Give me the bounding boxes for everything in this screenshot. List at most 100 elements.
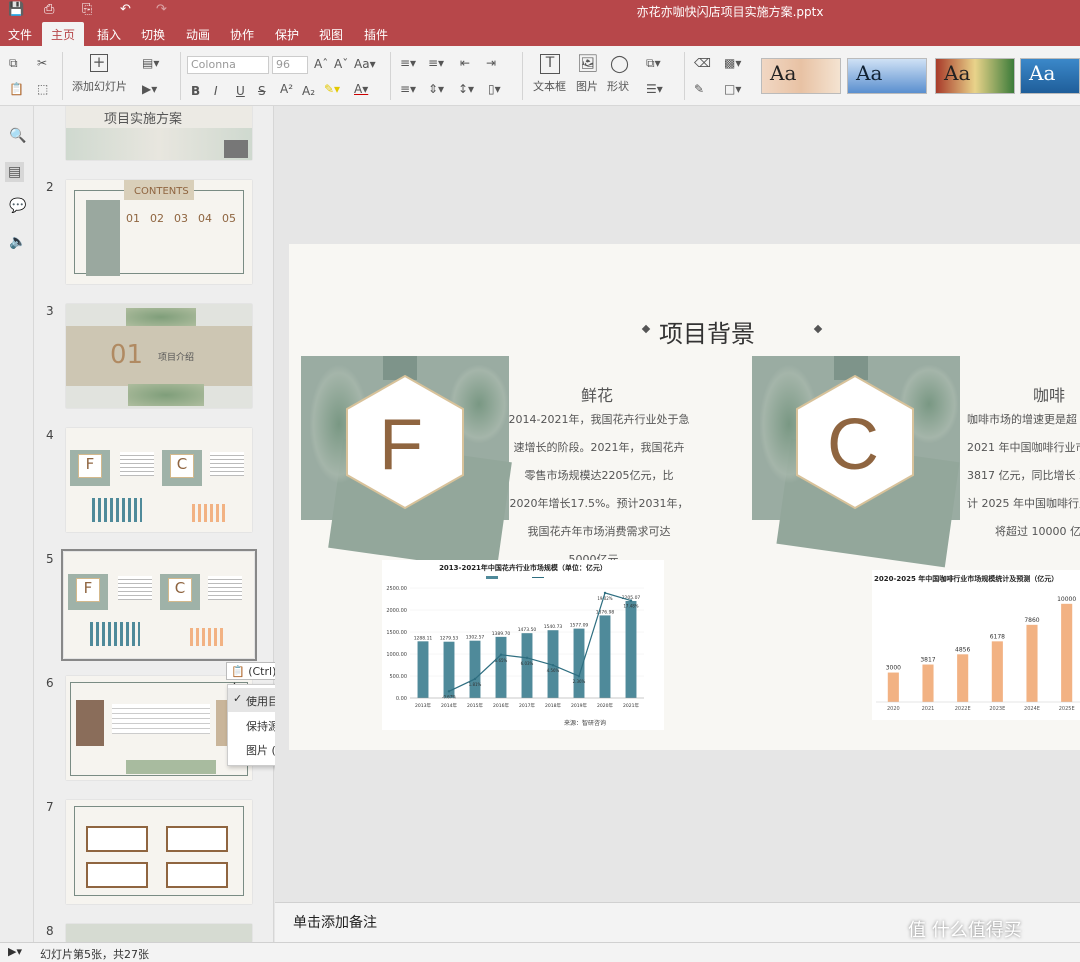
- slide-number-2: 2: [46, 180, 54, 194]
- italic-icon[interactable]: I: [214, 84, 218, 98]
- add-slide-button[interactable]: 添加幻灯片: [72, 78, 127, 94]
- numbering-icon[interactable]: ≡▾: [428, 56, 444, 70]
- picture-icon[interactable]: 🖼: [577, 54, 599, 74]
- font-size-select[interactable]: 96: [272, 56, 308, 74]
- x-tick-label: 2013年: [415, 702, 431, 709]
- x-tick-label: 2025E: [1059, 706, 1075, 712]
- font-shrink-icon[interactable]: Aˇ: [334, 57, 348, 71]
- notes-placeholder[interactable]: 单击添加备注: [293, 912, 377, 932]
- slide-thumbnail-3[interactable]: 01 项目介绍: [66, 304, 252, 408]
- x-tick-label: 2024E: [1024, 706, 1040, 712]
- font-grow-icon[interactable]: Aˆ: [314, 57, 328, 71]
- vertical-align-icon[interactable]: ⇕▾: [428, 82, 444, 96]
- bar-data-label: 6178: [990, 633, 1005, 640]
- menu-insert[interactable]: 插入: [97, 26, 121, 43]
- bar: [495, 636, 507, 698]
- x-tick-label: 2018年: [545, 702, 561, 709]
- fill-icon[interactable]: ▩▾: [724, 56, 741, 70]
- speaker-icon[interactable]: 🔈: [9, 234, 26, 250]
- slideshow-start-icon[interactable]: ▶▾: [8, 945, 22, 958]
- align-objects-icon[interactable]: ☰▾: [646, 82, 663, 96]
- menu-animation[interactable]: 动画: [186, 26, 210, 43]
- slide-number-4: 4: [46, 428, 54, 442]
- columns-icon[interactable]: ▯▾: [488, 82, 501, 96]
- thumb-3-number: 01: [110, 340, 144, 370]
- layout-icon[interactable]: ▤▾: [142, 56, 159, 70]
- x-tick-label: 2014年: [441, 702, 457, 709]
- menu-file[interactable]: 文件: [8, 26, 32, 43]
- slide-thumbnail-7[interactable]: [66, 800, 252, 904]
- change-case-icon[interactable]: Aa▾: [354, 57, 376, 71]
- shape-button[interactable]: 形状: [607, 78, 629, 94]
- theme-swatch-3[interactable]: Aa: [935, 58, 1015, 94]
- picture-button[interactable]: 图片: [576, 78, 598, 94]
- current-slide[interactable]: 项目背景 F 鲜花 2014-2021年，我国花卉行业处于急 速增长的阶段。20…: [289, 244, 1080, 750]
- bar: [957, 654, 969, 702]
- menu-transitions[interactable]: 切换: [141, 26, 165, 43]
- arrange-icon[interactable]: ⧉▾: [646, 56, 661, 71]
- slide-thumbnail-1[interactable]: 项目实施方案: [66, 106, 252, 160]
- bar: [625, 600, 637, 698]
- superscript-icon[interactable]: A²: [280, 82, 293, 96]
- flower-text-line: 2014-2021年，我国花卉行业处于急: [508, 413, 690, 426]
- slideshow-icon[interactable]: ▶▾: [142, 82, 157, 96]
- clear-format-icon[interactable]: ⌫: [694, 56, 711, 70]
- slide-thumbnail-8[interactable]: [66, 924, 252, 942]
- underline-icon[interactable]: U: [236, 84, 245, 98]
- flower-letter: F: [379, 405, 423, 485]
- font-name-select[interactable]: Colonna: [187, 56, 269, 74]
- menu-view[interactable]: 视图: [319, 26, 343, 43]
- copy-icon[interactable]: ⧉: [9, 56, 18, 71]
- menu-collaborate[interactable]: 协作: [230, 26, 254, 43]
- slide-number-6: 6: [46, 676, 54, 690]
- position-icon[interactable]: □▾: [724, 82, 741, 96]
- theme-swatch-1[interactable]: Aa: [761, 58, 841, 94]
- comments-icon[interactable]: 💬: [9, 198, 26, 214]
- font-color-icon[interactable]: A▾: [354, 82, 368, 96]
- strikethrough-icon[interactable]: S: [258, 84, 266, 98]
- flower-legend-bar-swatch: [486, 576, 498, 579]
- y-tick-label: 1000.00: [386, 652, 407, 658]
- textbox-icon[interactable]: T: [540, 54, 560, 74]
- align-icon[interactable]: ≡▾: [400, 82, 416, 96]
- shape-icon[interactable]: ◯: [610, 54, 629, 74]
- increase-indent-icon[interactable]: ⇥: [486, 56, 496, 70]
- search-icon[interactable]: 🔍: [9, 128, 26, 144]
- slide-thumbnail-5[interactable]: F C: [61, 549, 257, 661]
- title-ornament-left: [641, 324, 651, 334]
- bar-data-label: 3817: [920, 657, 935, 664]
- line-data-label: 4.56%: [547, 668, 560, 673]
- format-painter-icon[interactable]: ✎: [694, 82, 704, 96]
- slide-editing-area: 项目背景 F 鲜花 2014-2021年，我国花卉行业处于急 速增长的阶段。20…: [275, 106, 1080, 902]
- slide-thumbnail-4[interactable]: F C: [66, 428, 252, 532]
- x-tick-label: 2023E: [989, 706, 1005, 712]
- thumb-4-letter-c: C: [170, 454, 194, 478]
- add-slide-icon[interactable]: +: [90, 54, 108, 72]
- coffee-text-line: 3817 亿元，同比增长 2: [967, 469, 1080, 482]
- thumb-5-letter-c: C: [168, 578, 192, 602]
- slide-thumbnail-6[interactable]: [66, 676, 252, 780]
- slides-icon[interactable]: ▤: [5, 162, 25, 182]
- textbox-button[interactable]: 文本框: [533, 78, 566, 94]
- menu-plugins[interactable]: 插件: [364, 26, 388, 43]
- bullets-icon[interactable]: ≡▾: [400, 56, 416, 70]
- highlight-icon[interactable]: ✎▾: [324, 82, 340, 96]
- decrease-indent-icon[interactable]: ⇤: [460, 56, 470, 70]
- bold-icon[interactable]: B: [191, 84, 200, 98]
- document-title: 亦花亦咖快闪店项目实施方案.pptx: [636, 5, 824, 19]
- menu-protect[interactable]: 保护: [275, 26, 299, 43]
- flower-text-line: 我国花卉年市场消费需求可达: [527, 525, 671, 538]
- line-spacing-icon[interactable]: ↕▾: [458, 82, 474, 96]
- line-data-label: 17.48%: [623, 604, 638, 609]
- slide-thumbnail-2[interactable]: CONTENTS 01 02 03 04 05: [66, 180, 252, 284]
- subscript-icon[interactable]: A₂: [302, 84, 315, 98]
- theme-swatch-2[interactable]: Aa: [847, 58, 927, 94]
- menu-home[interactable]: 主页: [42, 22, 85, 46]
- select-icon[interactable]: ⬚: [37, 82, 48, 96]
- theme-swatch-4[interactable]: Aa: [1020, 58, 1080, 94]
- watermark: 值 什么值得买: [908, 920, 1022, 941]
- coffee-market-chart: 3000 2020 3817 2021 4856 2022E 6178 2023E 7860 20…: [876, 596, 1080, 712]
- paste-icon[interactable]: 📋: [9, 82, 24, 96]
- coffee-letter: C: [827, 405, 879, 485]
- cut-icon[interactable]: ✂: [37, 56, 47, 70]
